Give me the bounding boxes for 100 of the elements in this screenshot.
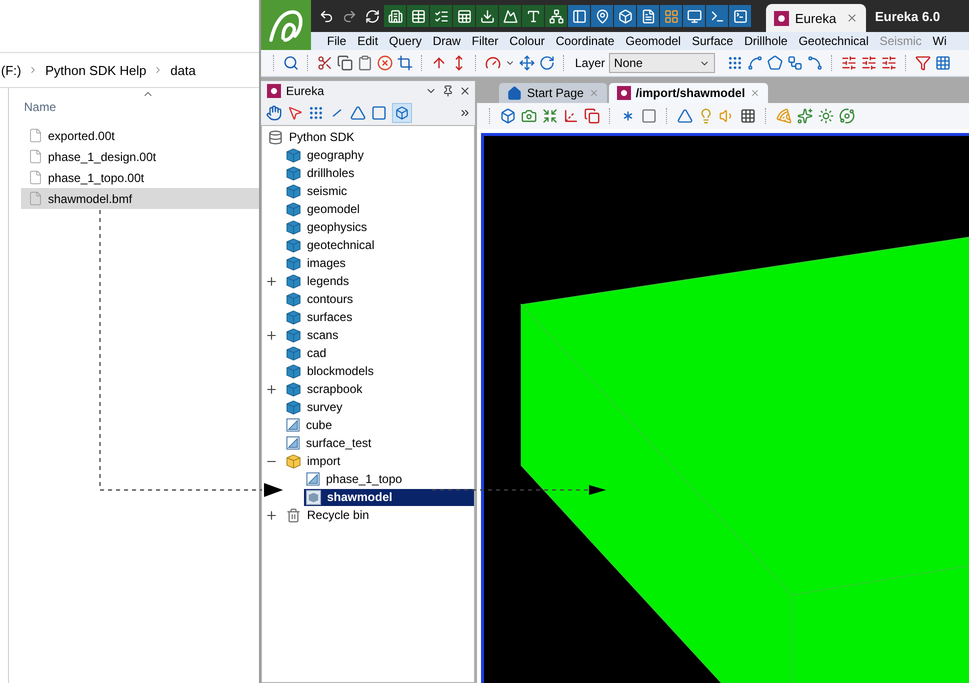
hand-icon[interactable] <box>266 105 282 121</box>
tree-item[interactable]: survey <box>284 398 474 416</box>
sliders-icon[interactable] <box>881 55 898 71</box>
menu-item[interactable]: Geomodel <box>625 34 681 48</box>
building-icon[interactable] <box>384 5 406 27</box>
expand-icon[interactable] <box>265 382 278 396</box>
3d-viewport[interactable] <box>481 133 969 683</box>
expand-icon[interactable] <box>265 274 278 288</box>
tree-item[interactable]: geography <box>284 146 474 164</box>
cancel-icon[interactable] <box>377 55 393 71</box>
cube-tool-icon[interactable] <box>392 103 412 123</box>
triangle-icon[interactable] <box>677 108 693 124</box>
square-icon[interactable] <box>641 108 657 124</box>
document-tab[interactable]: /import/shawmodel <box>608 83 768 103</box>
menu-item[interactable]: Wi <box>932 34 947 48</box>
menu-item[interactable]: File <box>327 34 346 48</box>
tree-item[interactable]: scrapbook <box>284 380 474 398</box>
column-header[interactable]: Name <box>24 100 56 116</box>
breadcrumb-item[interactable]: (F:) <box>1 62 22 78</box>
step-line-icon[interactable] <box>747 55 764 71</box>
breadcrumb-item[interactable]: data <box>170 62 196 78</box>
tree-item[interactable]: geotechnical <box>284 236 474 254</box>
axes-icon[interactable] <box>563 108 579 124</box>
tree-item[interactable]: images <box>284 254 474 272</box>
menu-item[interactable]: Colour <box>509 34 545 48</box>
font-icon[interactable] <box>522 5 544 27</box>
rotate-icon[interactable] <box>539 55 555 71</box>
list-icon[interactable] <box>430 5 452 27</box>
gauge-icon[interactable] <box>485 55 501 71</box>
sliders-icon[interactable] <box>841 55 858 71</box>
console-icon[interactable] <box>729 5 751 27</box>
cube-icon[interactable] <box>614 5 636 27</box>
tree-item[interactable]: blockmodels <box>284 362 474 380</box>
menu-item[interactable]: Geotechnical <box>798 34 869 48</box>
filter-icon[interactable] <box>915 55 932 71</box>
document-tab[interactable]: Start Page <box>499 83 607 103</box>
monitor-icon[interactable] <box>683 5 705 27</box>
square-icon[interactable] <box>371 105 387 121</box>
clipboard-icon[interactable] <box>357 55 373 71</box>
tree-item[interactable]: geophysics <box>284 218 474 236</box>
tree-item[interactable]: import <box>284 452 474 470</box>
polygon-icon[interactable] <box>767 55 784 71</box>
tree-item[interactable]: phase_1_topo <box>304 470 474 488</box>
overflow-icon[interactable] <box>459 107 471 119</box>
camera-icon[interactable] <box>521 108 537 124</box>
wireframe-cube-icon[interactable] <box>500 108 516 124</box>
shrink-icon[interactable] <box>542 108 558 124</box>
sliders-icon[interactable] <box>861 55 878 71</box>
file-entry[interactable]: phase_1_design.00t <box>21 146 259 167</box>
tree-item[interactable]: seismic <box>284 182 474 200</box>
close-icon[interactable] <box>459 85 471 97</box>
points-icon[interactable] <box>308 105 324 121</box>
move-icon[interactable] <box>519 55 535 71</box>
file-entry[interactable]: exported.00t <box>21 125 259 146</box>
copy-icon[interactable] <box>337 55 353 71</box>
tree-item[interactable]: scans <box>284 326 474 344</box>
menu-item[interactable]: Surface <box>692 34 734 48</box>
tree-item[interactable]: cube <box>284 416 474 434</box>
panel-icon[interactable] <box>568 5 590 27</box>
tree-item[interactable]: Python SDK <box>266 128 474 146</box>
menu-item[interactable]: Filter <box>472 34 498 48</box>
pin-icon[interactable] <box>591 5 613 27</box>
menu-item[interactable]: Query <box>389 34 422 48</box>
orbit-icon[interactable] <box>839 108 855 124</box>
menu-item[interactable]: Edit <box>357 34 378 48</box>
grid-icon[interactable] <box>935 55 952 71</box>
pointer-icon[interactable] <box>287 105 303 121</box>
file-entry[interactable]: shawmodel.bmf <box>21 188 259 209</box>
tree-item[interactable]: geomodel <box>284 200 474 218</box>
table-icon[interactable] <box>407 5 429 27</box>
tree-item[interactable]: surfaces <box>284 308 474 326</box>
menu-item[interactable]: Draw <box>432 34 461 48</box>
expand-icon[interactable] <box>265 328 278 342</box>
app-tab[interactable]: Eureka <box>766 4 866 32</box>
expand-icon[interactable] <box>265 508 278 522</box>
tree-item[interactable]: cad <box>284 344 474 362</box>
layers-icon[interactable] <box>584 108 600 124</box>
sparkles-icon[interactable] <box>797 108 813 124</box>
terminal-icon[interactable] <box>706 5 728 27</box>
polygon-icon[interactable] <box>350 105 366 121</box>
breadcrumb-item[interactable]: Python SDK Help <box>45 62 146 78</box>
layer-dropdown[interactable]: None <box>609 53 716 73</box>
menu-item[interactable]: Coordinate <box>556 34 614 48</box>
search-icon[interactable] <box>283 55 299 71</box>
sun-icon[interactable] <box>818 108 834 124</box>
tree-item[interactable]: shawmodel <box>304 488 474 506</box>
download-icon[interactable] <box>476 5 498 27</box>
scissors-icon[interactable] <box>317 55 333 71</box>
tree-item[interactable]: Recycle bin <box>284 506 474 524</box>
points-icon[interactable] <box>727 55 744 71</box>
crop-icon[interactable] <box>397 55 413 71</box>
network-icon[interactable] <box>545 5 567 27</box>
grid-icon[interactable] <box>740 108 756 124</box>
close-icon[interactable] <box>846 12 858 24</box>
pin-icon[interactable] <box>442 85 454 97</box>
curve-icon[interactable] <box>807 55 824 71</box>
nodes-icon[interactable] <box>787 55 804 71</box>
tree-item[interactable]: drillholes <box>284 164 474 182</box>
mountain-icon[interactable] <box>499 5 521 27</box>
tree-item[interactable]: contours <box>284 290 474 308</box>
